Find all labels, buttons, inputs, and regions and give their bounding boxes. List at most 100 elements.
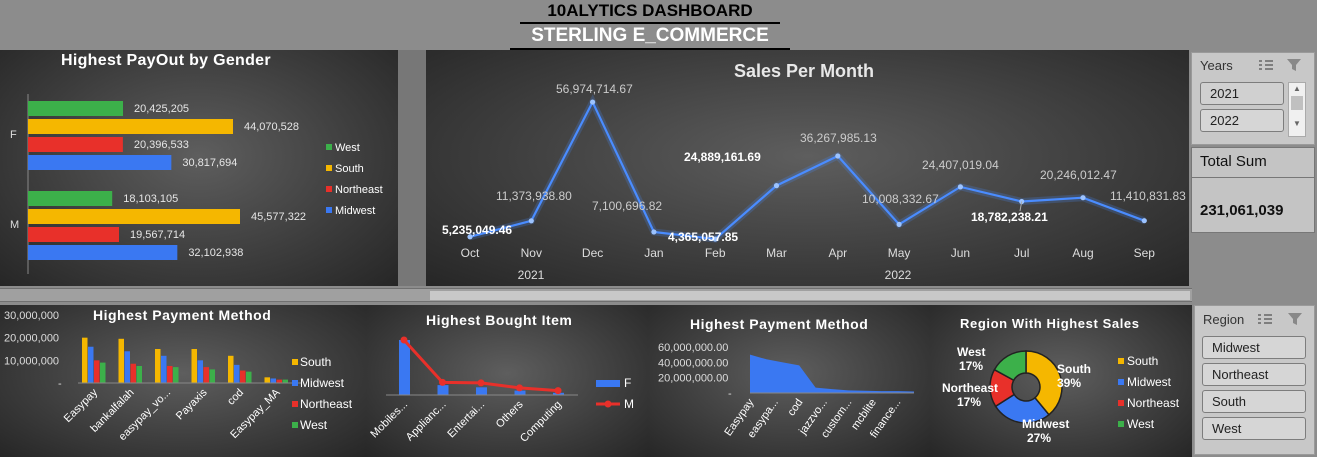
region-item-south[interactable]: South — [1202, 390, 1306, 413]
x-tick-label: cod — [785, 397, 805, 418]
bar-f-mobiles — [399, 340, 410, 395]
bar-west-easypay-vo — [173, 367, 179, 383]
scrollbar-thumb[interactable] — [430, 291, 1190, 300]
data-label: 20,396,533 — [134, 139, 189, 151]
data-label: 32,102,938 — [188, 247, 243, 259]
clear-filter-icon[interactable] — [1286, 58, 1302, 72]
bar-south-f — [28, 119, 233, 134]
y-tick-label: - — [728, 388, 732, 400]
data-label: 45,577,322 — [251, 211, 306, 223]
data-label-may: 10,008,332.67 — [862, 192, 939, 206]
x-tick-label: cod — [225, 387, 246, 408]
data-label: 19,567,714 — [130, 229, 185, 241]
region-item-west[interactable]: West — [1202, 417, 1306, 440]
data-label: 20,425,205 — [134, 103, 189, 115]
data-label-sep: 11,410,831.83 — [1110, 189, 1186, 203]
legend-swatch-west — [326, 144, 332, 150]
bar-midwest-payaxis — [197, 360, 203, 383]
region-sales-panel: Region With Highest Sales South 39% Midwes… — [930, 305, 1192, 457]
legend-marker-m — [604, 400, 612, 408]
tick-label-nov: Nov — [521, 246, 542, 260]
bar-northeast-easypay-ma — [276, 379, 282, 383]
slice-label-south: South — [1057, 362, 1091, 376]
legend-label-midwest: Midwest — [335, 205, 375, 217]
header-line2: STERLING E_COMMERCE — [510, 24, 790, 50]
tick-label-sep: Sep — [1134, 246, 1156, 260]
payment-area-chart: 60,000,000.00 40,000,000.00 20,000,000.00-… — [658, 342, 914, 440]
point-m-mobiles — [400, 336, 408, 344]
point-jan — [651, 229, 657, 235]
point-apr — [835, 153, 841, 159]
bar-northeast-cod — [240, 370, 246, 383]
legend-swatch-f — [596, 380, 620, 387]
bar-south-m — [28, 209, 240, 224]
region-item-northeast[interactable]: Northeast — [1202, 363, 1306, 386]
tick-label-aug: Aug — [1072, 246, 1093, 260]
bar-midwest-m — [28, 245, 178, 260]
header-line1: 10ALYTICS DASHBOARD — [520, 0, 780, 24]
point-mar — [773, 183, 780, 189]
tick-label-jul: Jul — [1014, 246, 1029, 260]
tick-label-may: May — [888, 246, 911, 260]
area-series — [750, 354, 914, 393]
bought-item-panel: Highest Bought Item Mobiles... Applianc..… — [366, 305, 648, 457]
legend-label-south: South — [335, 163, 364, 175]
year-label-2021: 2021 — [518, 268, 545, 282]
bar-northeast-bankalfalah — [130, 363, 136, 383]
legend-swatch-northeast — [326, 186, 332, 192]
legend-swatch-midwest — [1118, 379, 1124, 385]
x-tick-label: Entertai... — [445, 399, 487, 441]
x-tick-label: Others — [494, 398, 526, 430]
multi-select-icon[interactable] — [1257, 312, 1273, 326]
scroll-up-icon[interactable]: ▲ — [1289, 83, 1305, 95]
slicer-scrollbar[interactable]: ▲ ▼ — [1288, 82, 1306, 137]
bar-midwest-cod — [234, 364, 240, 383]
legend-label-west: West — [335, 142, 360, 154]
payment-method-panel: Highest Payment Method 30,000,000 20,000,… — [0, 305, 366, 457]
scroll-thumb[interactable] — [1291, 96, 1303, 110]
point-may — [896, 221, 902, 227]
legend-swatch-west — [1118, 421, 1124, 427]
bar-northeast-m — [28, 227, 120, 242]
bar-south-easypay — [82, 337, 88, 383]
legend-swatch-south — [326, 165, 332, 171]
multi-select-icon[interactable] — [1258, 58, 1274, 72]
y-tick-label: - — [58, 378, 62, 390]
bar-f-entertai — [476, 387, 487, 395]
legend-swatch-midwest — [326, 207, 332, 213]
sales-month-chart: 5,235,049.46 11,373,938.80 56,974,714.67 7,… — [442, 82, 1186, 282]
horizontal-scrollbar[interactable] — [0, 288, 1192, 302]
year-item-2022[interactable]: 2022 — [1200, 109, 1284, 132]
legend-label-m: M — [624, 397, 634, 411]
legend-swatch-midwest — [292, 380, 298, 386]
bar-midwest-easypay — [88, 346, 94, 383]
bar-midwest-easypay-ma — [270, 378, 276, 383]
year-item-2021[interactable]: 2021 — [1200, 82, 1284, 105]
years-slicer: Years 2021 2022 ▲ ▼ — [1191, 52, 1315, 145]
clear-filter-icon[interactable] — [1287, 312, 1303, 326]
data-label-nov: 11,373,938.80 — [496, 189, 572, 203]
slice-pct-midwest: 27% — [1027, 431, 1051, 445]
total-sum-card: Total Sum 231,061,039 — [1191, 147, 1315, 233]
data-label-oct: 5,235,049.46 — [442, 223, 512, 237]
y-tick-label: 20,000,000.00 — [658, 373, 728, 385]
bar-west-easypay — [100, 362, 106, 383]
total-sum-value: 231,061,039 — [1200, 202, 1284, 219]
x-tick-label: Computing — [518, 399, 564, 445]
y-tick-label: 10,000,000 — [4, 355, 59, 367]
bar-west-easypay-ma — [282, 379, 288, 383]
category-label-m: M — [10, 219, 19, 231]
point-aug — [1080, 195, 1086, 201]
scroll-down-icon[interactable]: ▼ — [1289, 118, 1305, 130]
point-m-others — [516, 384, 523, 392]
point-m-applianc — [439, 378, 446, 386]
point-sep — [1141, 218, 1147, 224]
bar-west-payaxis — [209, 369, 215, 383]
slice-label-northeast: Northeast — [942, 381, 998, 395]
data-label-dec: 56,974,714.67 — [556, 82, 633, 96]
bar-f-applianc — [437, 385, 449, 395]
region-item-midwest[interactable]: Midwest — [1202, 336, 1306, 359]
dashboard-header: 10ALYTICS DASHBOARD STERLING E_COMMERCE — [510, 0, 790, 50]
bar-south-payaxis — [191, 349, 197, 383]
panel-divider — [398, 50, 426, 286]
